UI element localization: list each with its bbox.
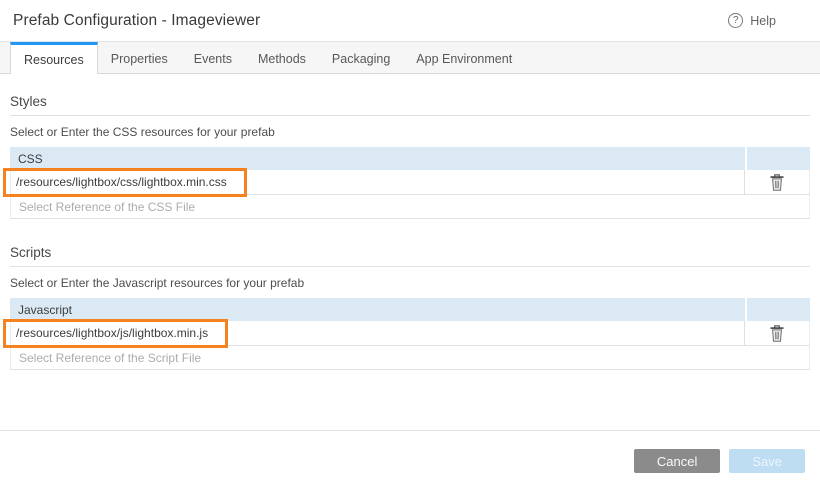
help-button[interactable]: ? Help xyxy=(728,13,776,28)
dialog-header: Prefab Configuration - Imageviewer ? Hel… xyxy=(0,0,820,42)
tab-events[interactable]: Events xyxy=(181,42,245,73)
css-resources-table: CSS /resources/lightbox/css/lightbox.min… xyxy=(10,147,810,219)
script-reference-placeholder[interactable]: Select Reference of the Script File xyxy=(11,346,809,369)
css-resource-value[interactable]: /resources/lightbox/css/lightbox.min.css xyxy=(3,168,247,197)
tab-properties[interactable]: Properties xyxy=(98,42,181,73)
prefab-configuration-dialog: Prefab Configuration - Imageviewer ? Hel… xyxy=(0,0,820,491)
styles-section: Styles Select or Enter the CSS resources… xyxy=(10,94,810,219)
help-label: Help xyxy=(750,14,776,28)
script-resources-table: Javascript /resources/lightbox/js/lightb… xyxy=(10,298,810,370)
scripts-section: Scripts Select or Enter the Javascript r… xyxy=(10,245,810,370)
cancel-button[interactable]: Cancel xyxy=(634,449,720,473)
styles-section-description: Select or Enter the CSS resources for yo… xyxy=(10,125,810,139)
css-delete-button[interactable] xyxy=(744,170,809,194)
table-row: /resources/lightbox/css/lightbox.min.css xyxy=(10,170,810,195)
tab-packaging[interactable]: Packaging xyxy=(319,42,403,73)
trash-icon xyxy=(770,325,784,342)
table-row: /resources/lightbox/js/lightbox.min.js xyxy=(10,321,810,346)
dialog-title: Prefab Configuration - Imageviewer xyxy=(13,12,260,30)
script-delete-button[interactable] xyxy=(744,321,809,345)
dialog-footer: Cancel Save xyxy=(0,430,820,491)
table-row: Select Reference of the Script File xyxy=(10,346,810,370)
css-action-column-header xyxy=(745,147,810,170)
tab-resources[interactable]: Resources xyxy=(10,42,98,74)
scripts-section-heading: Scripts xyxy=(10,245,810,267)
scripts-section-description: Select or Enter the Javascript resources… xyxy=(10,276,810,290)
script-action-column-header xyxy=(745,298,810,321)
tab-methods[interactable]: Methods xyxy=(245,42,319,73)
help-icon: ? xyxy=(728,13,743,28)
resources-tab-panel: Styles Select or Enter the CSS resources… xyxy=(0,74,820,370)
tab-app-environment[interactable]: App Environment xyxy=(403,42,525,73)
styles-section-heading: Styles xyxy=(10,94,810,116)
table-row: Select Reference of the CSS File xyxy=(10,195,810,219)
script-resource-cell[interactable]: /resources/lightbox/js/lightbox.min.js xyxy=(11,321,744,345)
script-resource-value[interactable]: /resources/lightbox/js/lightbox.min.js xyxy=(3,319,228,348)
save-button[interactable]: Save xyxy=(729,449,805,473)
css-reference-placeholder[interactable]: Select Reference of the CSS File xyxy=(11,195,809,218)
css-resource-cell[interactable]: /resources/lightbox/css/lightbox.min.css xyxy=(11,170,744,194)
trash-icon xyxy=(770,174,784,191)
tab-bar: Resources Properties Events Methods Pack… xyxy=(0,42,820,74)
